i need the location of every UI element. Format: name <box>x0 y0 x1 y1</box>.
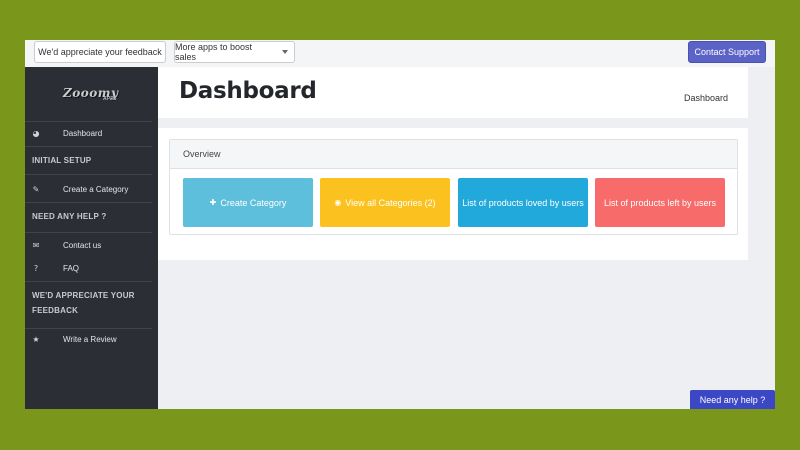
sidebar-item-faq[interactable]: ? FAQ <box>25 260 158 276</box>
sidebar-item-dashboard[interactable]: ◕ Dashboard <box>25 125 158 141</box>
tile-label: View all Categories (2) <box>345 197 436 208</box>
sidebar-item-create-category[interactable]: ✎ Create a Category <box>25 181 158 197</box>
sidebar: Zooomy APPS ◕ Dashboard INITIAL SETUP ✎ … <box>25 67 158 409</box>
products-loved-tile[interactable]: List of products loved by users <box>458 178 588 227</box>
plus-icon: ✚ <box>209 198 217 207</box>
dashboard-icon: ◕ <box>32 128 40 138</box>
sidebar-item-label: Contact us <box>63 240 102 250</box>
section-feedback-line-2: FEEDBACK <box>32 306 79 315</box>
edit-icon: ✎ <box>32 184 40 194</box>
contact-support-label: Contact Support <box>694 47 760 57</box>
view-all-categories-tile[interactable]: ◉ View all Categories (2) <box>320 178 450 227</box>
more-apps-dropdown[interactable]: More apps to boost sales <box>174 41 295 63</box>
sidebar-divider <box>25 232 152 233</box>
feedback-button-label: We'd appreciate your feedback <box>38 47 162 57</box>
overview-panel: Overview ✚ Create Category ◉ View all Ca… <box>169 139 738 235</box>
sidebar-divider <box>25 146 152 147</box>
page-title: Dashboard <box>179 78 317 104</box>
section-need-help: NEED ANY HELP ? <box>32 212 107 221</box>
feedback-button[interactable]: We'd appreciate your feedback <box>34 41 166 63</box>
caret-down-icon <box>282 50 288 54</box>
app-window: We'd appreciate your feedback More apps … <box>25 40 775 409</box>
sidebar-item-label: FAQ <box>63 263 80 273</box>
sidebar-item-label: Write a Review <box>63 334 117 344</box>
star-icon: ★ <box>32 334 40 344</box>
section-feedback-line-1: WE'D APPRECIATE YOUR <box>32 291 135 300</box>
zooomy-logo: Zooomy APPS <box>63 84 125 106</box>
breadcrumb: Dashboard <box>684 93 729 103</box>
eye-icon: ◉ <box>334 198 342 207</box>
sidebar-divider <box>25 202 152 203</box>
products-left-tile[interactable]: List of products left by users <box>595 178 725 227</box>
sidebar-item-contact-us[interactable]: ✉ Contact us <box>25 237 158 253</box>
need-help-label: Need any help ? <box>699 394 766 405</box>
contact-support-button[interactable]: Contact Support <box>688 41 766 63</box>
create-category-tile[interactable]: ✚ Create Category <box>183 178 313 227</box>
sidebar-item-write-review[interactable]: ★ Write a Review <box>25 331 158 347</box>
sidebar-item-label: Dashboard <box>63 128 103 138</box>
question-icon: ? <box>33 263 39 273</box>
sidebar-divider <box>25 121 152 122</box>
page-header: Dashboard Dashboard <box>158 67 748 118</box>
overview-heading: Overview <box>170 140 737 169</box>
sidebar-divider <box>25 328 152 329</box>
more-apps-label: More apps to boost sales <box>175 42 253 62</box>
logo-subtext: APPS <box>103 96 117 102</box>
tile-label: Create Category <box>220 197 287 208</box>
top-bar: We'd appreciate your feedback More apps … <box>25 40 775 67</box>
tile-label: List of products loved by users <box>462 197 584 208</box>
envelope-icon: ✉ <box>32 240 40 250</box>
sidebar-item-label: Create a Category <box>63 184 129 194</box>
section-initial-setup: INITIAL SETUP <box>32 156 92 165</box>
tile-label: List of products left by users <box>603 197 717 208</box>
sidebar-divider <box>25 281 152 282</box>
sidebar-divider <box>25 174 152 175</box>
content-card: Overview ✚ Create Category ◉ View all Ca… <box>158 128 748 260</box>
need-help-button[interactable]: Need any help ? <box>690 390 775 409</box>
